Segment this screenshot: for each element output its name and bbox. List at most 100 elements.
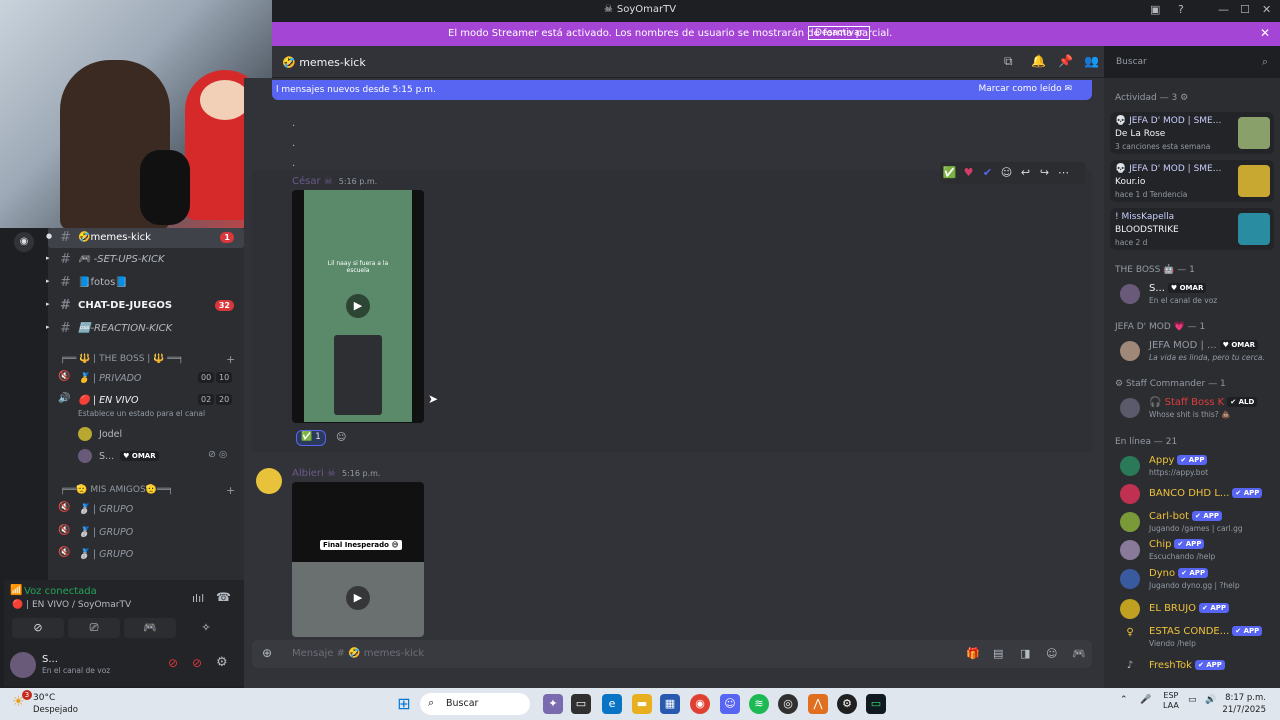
message-author[interactable]: César ☠ 5:16 p.m. [292,176,377,187]
screen-icon[interactable]: ▣ [1150,3,1160,16]
close-window-button[interactable]: ✕ [1262,3,1271,16]
add-channel-icon[interactable]: + [226,353,235,366]
app-icon[interactable]: ⋀ [808,694,828,714]
voice-channel-grupo-1[interactable]: 🔇 🥈 | GRUPO [58,501,238,519]
close-banner-icon[interactable]: ✕ [1260,26,1270,40]
member-freshtok[interactable]: ♪ FreshTok ✔ APP [1114,656,1274,684]
search-input[interactable]: Buscar ⌕ [1110,52,1274,72]
chrome-icon[interactable]: ◉ [690,694,710,714]
channel-reaction-kick[interactable]: ▸ # 🆒-REACTION-KICK [46,319,244,339]
member-dyno[interactable]: Dyno ✔ APP Jugando dyno.gg | ?help [1114,565,1274,593]
file-explorer-icon[interactable]: ▬ [632,694,652,714]
heart-reaction-icon[interactable]: ♥ [959,162,978,184]
obs-icon[interactable]: ◎ [778,694,798,714]
video-attachment[interactable]: Final Inesperado 😅 ▶ [292,482,424,637]
discord-icon[interactable]: ☺ [720,694,740,714]
discover-icon[interactable]: ◉ [14,232,34,252]
voice-channel-grupo-2[interactable]: 🔇 🥈 | GRUPO [58,524,238,542]
maximize-button[interactable]: ☐ [1240,3,1250,16]
message-albieri[interactable]: Albieri ☠ 5:16 p.m. Final Inesperado 😅 ▶ [252,462,1092,637]
voice-channel-name[interactable]: 🔴 | EN VIVO / SoyOmarTV [12,600,131,610]
add-reaction-icon[interactable]: ☺ [997,162,1016,184]
widgets-icon[interactable]: ✦ [543,694,563,714]
play-icon[interactable]: ▶ [346,294,370,318]
member-el-brujo[interactable]: EL BRUJO ✔ APP [1114,595,1274,623]
notification-bell-icon[interactable]: 🔔 [1031,54,1046,68]
minimize-button[interactable]: — [1218,3,1229,16]
member-jefa-mod[interactable]: JEFA MOD | ... ♥ OMAR La vida es linda, p… [1114,337,1274,365]
activity-card-3[interactable]: ! MissKapella BLOODSTRIKE hace 2 d [1110,208,1274,250]
terminal-icon[interactable]: ▭ [866,694,886,714]
clock[interactable]: 8:17 p.m. 21/7/2025 [1222,692,1266,716]
task-view-icon[interactable]: ▭ [571,694,591,714]
language-indicator[interactable]: ESP LAA [1163,691,1179,711]
message-cesar[interactable]: César ☠ 5:16 p.m. Lil naay si fuera a la … [252,170,1092,452]
windows-start-icon[interactable]: ⊞ [394,694,414,714]
deactivate-button[interactable]: Desactivar [808,26,871,40]
weather-temp[interactable]: 30°C [33,693,55,703]
activity-card-1[interactable]: 💀 JEFA D' MOD | SME... De La Rose 3 canc… [1110,112,1274,154]
video-attachment[interactable]: Lil naay si fuera a la escuela ▶ [292,190,424,423]
threads-icon[interactable]: ⧉ [1004,54,1013,69]
help-icon[interactable]: ? [1178,3,1184,16]
network-icon[interactable]: ▭ [1188,695,1197,705]
add-channel-icon[interactable]: + [226,484,235,497]
store-icon[interactable]: ▦ [660,694,680,714]
member-s[interactable]: S... ♥ OMAR En el canal de voz [1114,280,1274,308]
activity-card-2[interactable]: 💀 JEFA D' MOD | SME... Kour.io hace 1 d … [1110,160,1274,202]
channel-memes-kick[interactable]: ● # 🤣memes-kick 1 [46,228,244,248]
gift-icon[interactable]: 🎁 [966,647,980,660]
attach-plus-icon[interactable]: ⊕ [262,646,272,660]
taskbar-search[interactable]: ⌕ Buscar [420,693,530,715]
play-icon[interactable]: ▶ [346,586,370,610]
add-reaction-icon[interactable]: ☺ [336,432,346,443]
tray-expand-icon[interactable]: ⌃ [1120,695,1128,705]
edge-browser-icon[interactable]: e [602,694,622,714]
new-messages-bar[interactable]: l mensajes nuevos desde 5:15 p.m. Marcar… [272,80,1092,100]
member-list-icon[interactable]: 👥 [1084,54,1099,68]
noise-suppression-icon[interactable]: ılıl [192,592,204,605]
emoji-icon[interactable]: ☺ [1046,647,1057,660]
mic-tray-icon[interactable]: 🎤 [1140,695,1151,705]
mark-as-read-button[interactable]: Marcar como leído ✉ [978,84,1072,94]
verified-reaction-icon[interactable]: ✔ [978,162,997,184]
activities-button[interactable]: 🎮 [124,618,176,638]
apps-icon[interactable]: 🎮 [1072,647,1086,660]
member-banco-dhd[interactable]: BANCO DHD L... ✔ APP [1114,480,1274,508]
voice-member-s[interactable]: S... ♥ OMAR ⊘ ◎ [78,449,238,463]
forward-icon[interactable]: ↪ [1035,162,1054,184]
voice-channel-en-vivo[interactable]: 🔊 🔴 | EN VIVO 02 20 [58,392,238,410]
gif-icon[interactable]: ▤ [993,647,1003,660]
voice-channel-grupo-3[interactable]: 🔇 🥈 | GRUPO [58,546,238,564]
reply-icon[interactable]: ↩ [1016,162,1035,184]
message-composer[interactable]: ⊕ Mensaje # 🤣 memes-kick 🎁 ▤ ◨ ☺ 🎮 [252,640,1092,668]
headset-deafened-icon[interactable]: ⊘ [192,656,202,670]
channel-chat-de-juegos[interactable]: ▸ # CHAT-DE-JUEGOS 32 [46,296,244,316]
camera-off-button[interactable]: ⊘ [12,618,64,638]
message-author[interactable]: Albieri ☠ 5:16 p.m. [292,468,380,479]
avatar[interactable] [256,468,282,494]
voice-channel-privado[interactable]: 🔇 🥇 | PRIVADO 00 10 [58,370,238,388]
category-mis-amigos[interactable]: ╒══🫡 MIS AMIGOS🫡══╕ + [60,484,235,497]
screen-share-button[interactable]: ⎚ [68,618,120,638]
mic-muted-icon[interactable]: ⊘ [168,656,178,670]
channel-status-hint[interactable]: Establece un estado para el canal [78,409,205,418]
sticker-icon[interactable]: ◨ [1020,647,1030,660]
more-options-icon[interactable]: ⋯ [1054,162,1073,184]
reaction-checkmark[interactable]: ✅ 1 [296,430,326,446]
voice-member-jodel[interactable]: Jodel [78,427,122,441]
volume-icon[interactable]: 🔊 [1205,695,1216,705]
member-chip[interactable]: Chip ✔ APP Escuchando /help [1114,536,1274,564]
pin-icon[interactable]: 📌 [1058,54,1073,68]
channel-fotos[interactable]: ▸ # 📘fotos📘 [46,273,244,293]
member-carl-bot[interactable]: Carl-bot ✔ APP Jugando /games | carl.gg [1114,508,1274,536]
avatar[interactable] [10,652,36,678]
settings-gear-icon[interactable]: ⚙ [216,655,228,670]
checkmark-reaction-icon[interactable]: ✅ [940,162,959,184]
channel-set-ups[interactable]: ▸ # 🎮 -SET-UPS-KICK [46,250,244,270]
member-appy[interactable]: Appy ✔ APP https://appy.bot [1114,452,1274,480]
disconnect-icon[interactable]: ☎ [216,590,231,604]
category-the-boss[interactable]: ╒══ 🔱 | THE BOSS | 🔱 ══╕ + [60,353,235,366]
member-staff-boss[interactable]: 🎧 Staff Boss K ✔ ALD Whose shit is this? … [1114,394,1274,422]
member-estas-conde[interactable]: ♀ ESTAS CONDE... ✔ APP Viendo /help [1114,623,1274,651]
